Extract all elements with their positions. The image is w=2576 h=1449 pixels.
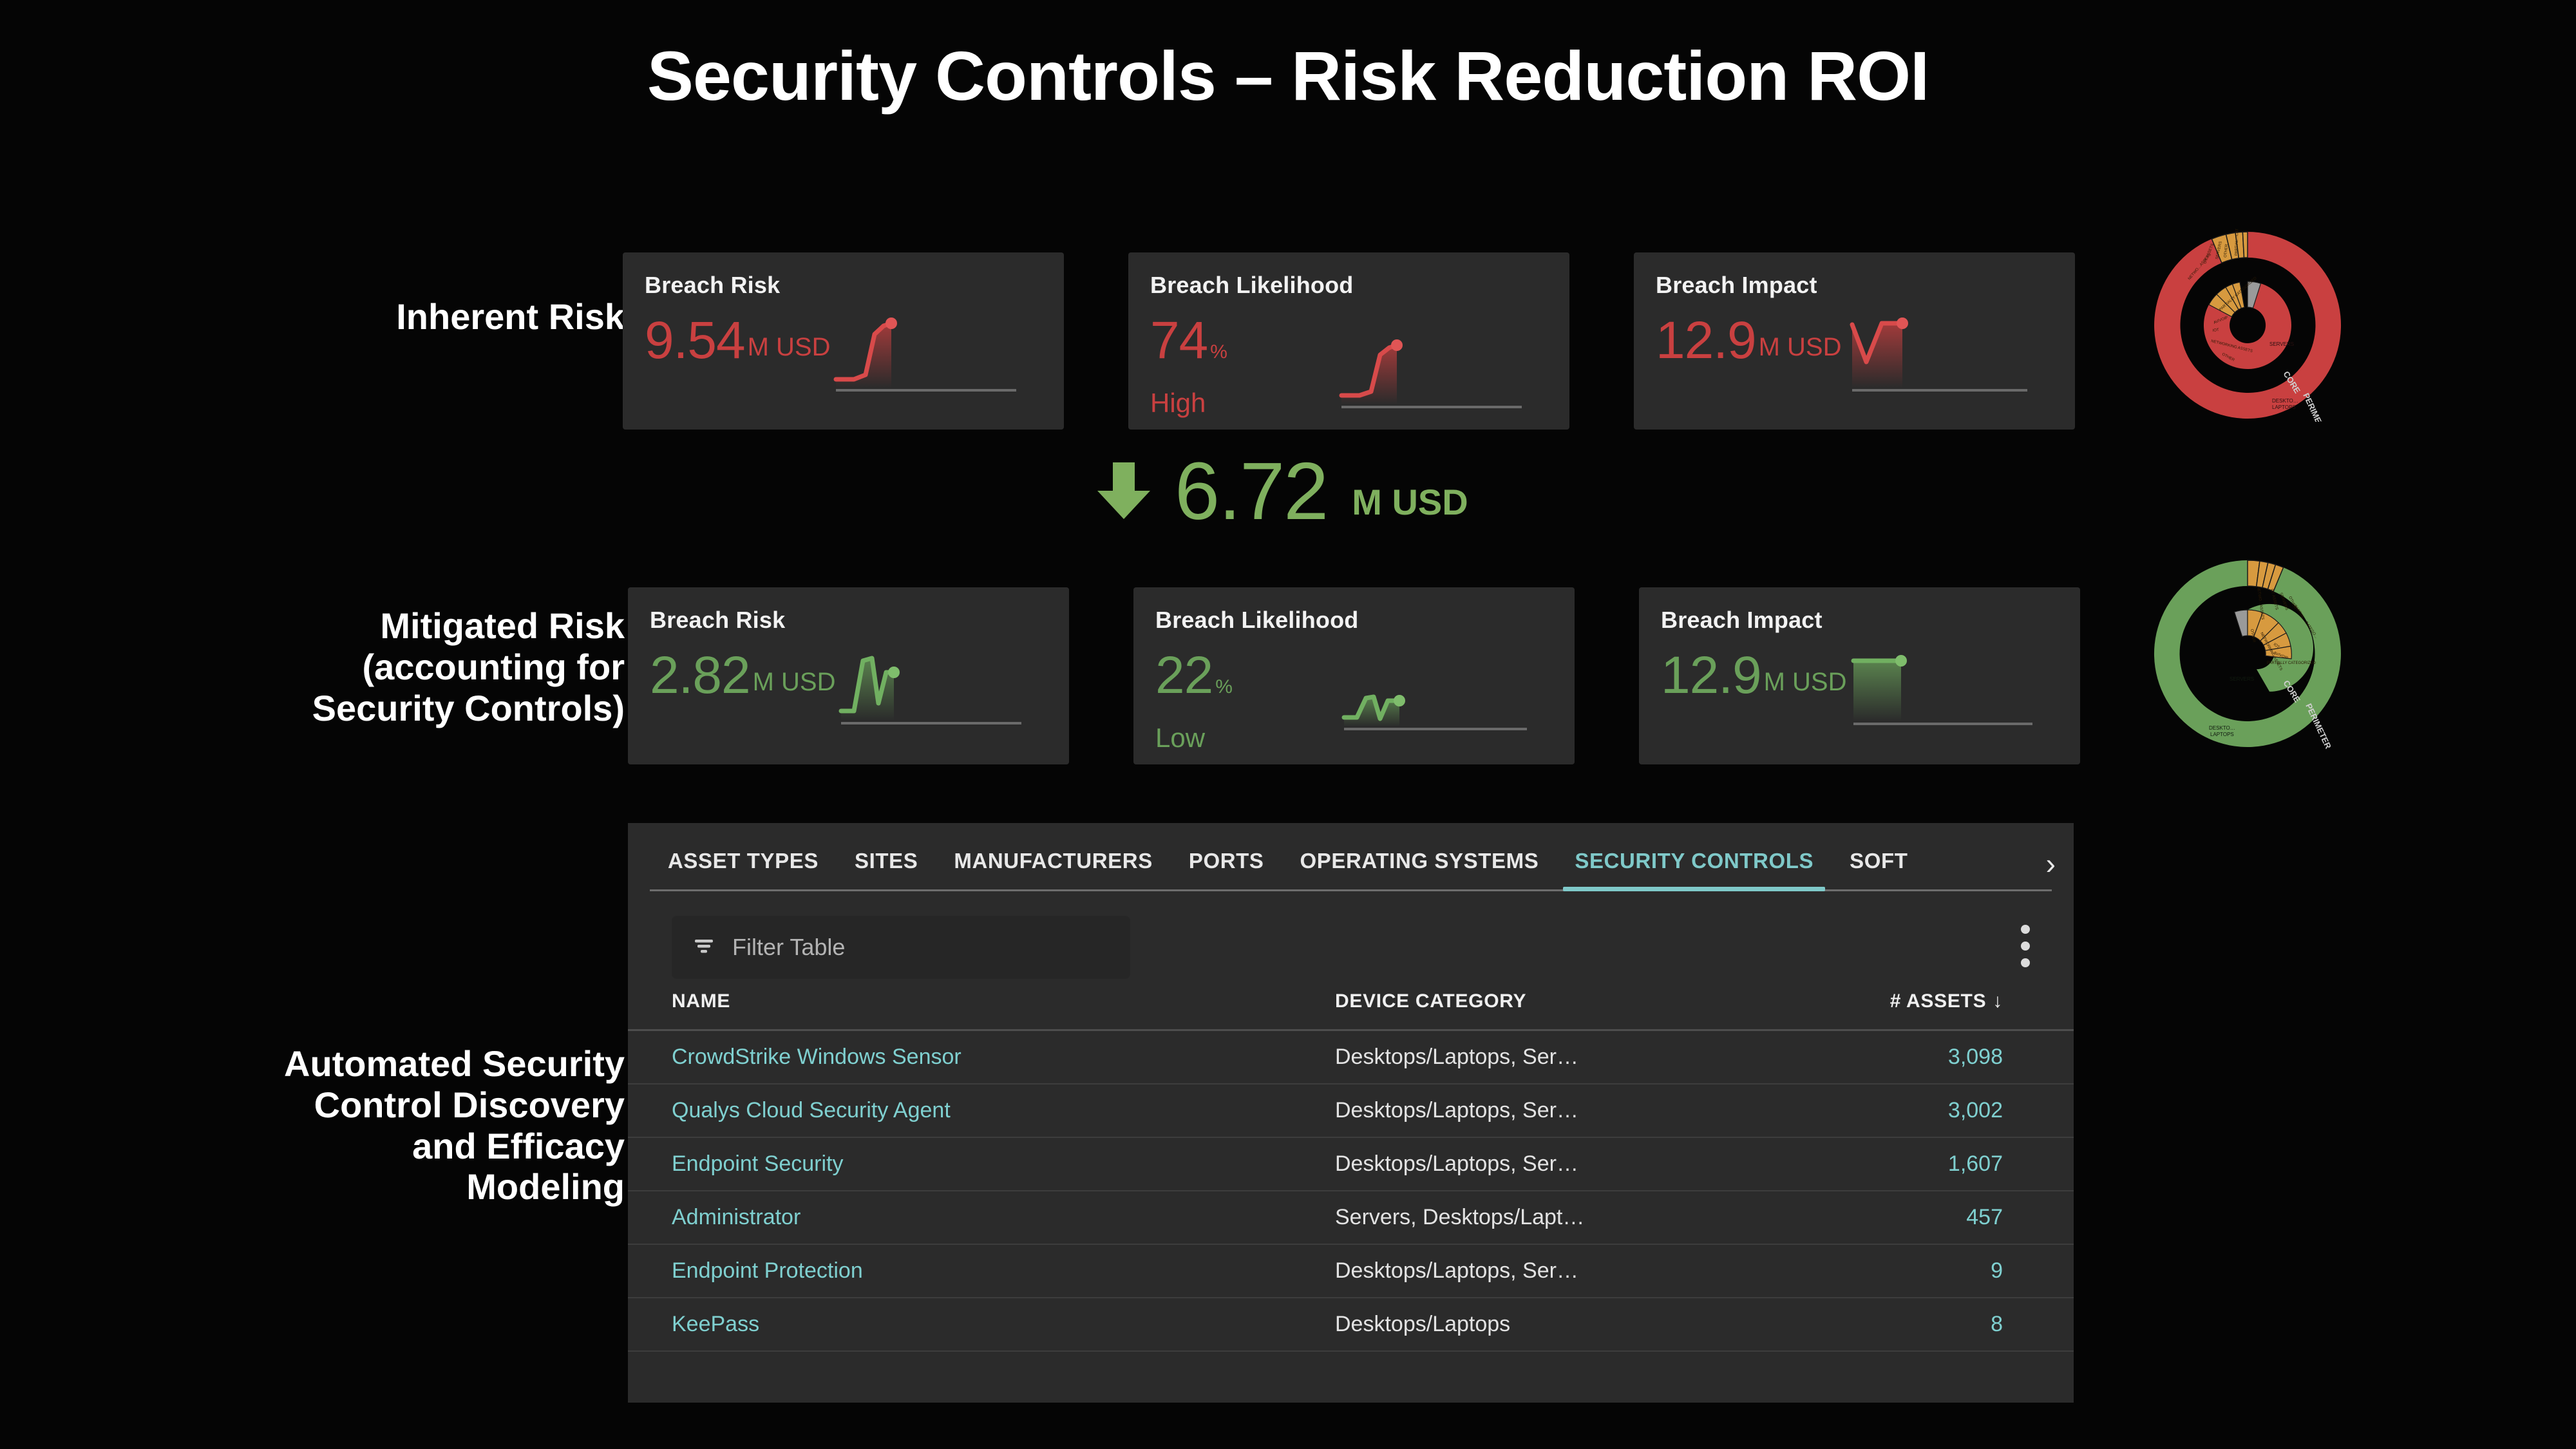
- metric-value: 9.54: [645, 311, 746, 370]
- donut-ring-label-core: CORE: [2281, 679, 2302, 705]
- tab-operating-systems[interactable]: OPERATING SYSTEMS: [1282, 823, 1557, 899]
- donut-slice-label-desktops: DESKTO…: [2209, 725, 2235, 731]
- table-row[interactable]: Qualys Cloud Security Agent Desktops/Lap…: [628, 1084, 2074, 1138]
- cell-name[interactable]: KeePass: [628, 1298, 1335, 1352]
- section-label-mitigated-risk: Mitigated Risk (accounting for Security Co…: [312, 605, 625, 728]
- donut-slice-label-desktops: DESKTO…: [2272, 398, 2298, 404]
- column-header-assets[interactable]: # ASSETS ↓: [1824, 976, 2074, 1031]
- cell-assets[interactable]: 9: [1824, 1244, 2074, 1298]
- security-controls-panel: ASSET TYPES SITES MANUFACTURERS PORTS OP…: [628, 823, 2074, 1403]
- cell-assets[interactable]: 8: [1824, 1298, 2074, 1352]
- donut-slice-label-partially-categorized: PARTIALLY CATEGORIZED: [2267, 661, 2316, 665]
- table-row[interactable]: Administrator Servers, Desktops/Lapt… 45…: [628, 1191, 2074, 1245]
- sparkline-mitigated-breach-impact: [1846, 647, 2039, 734]
- filter-placeholder: Filter Table: [732, 934, 846, 960]
- sparkline-inherent-breach-impact: [1841, 312, 2034, 399]
- table-row[interactable]: Endpoint Protection Desktops/Laptops, Se…: [628, 1244, 2074, 1298]
- column-header-assets-label: # ASSETS: [1889, 990, 1987, 1012]
- table-row[interactable]: Endpoint Security Desktops/Laptops, Ser……: [628, 1137, 2074, 1191]
- delta-value: 6.72: [1175, 446, 1329, 536]
- metric-card-inherent-breach-impact[interactable]: Breach Impact 12.9 M USD: [1634, 252, 2075, 430]
- metric-unit: M USD: [1763, 667, 1847, 696]
- filter-row: Filter Table: [628, 899, 2074, 979]
- page-title: Security Controls – Risk Reduction ROI: [647, 37, 1929, 115]
- cell-assets[interactable]: 3,098: [1824, 1030, 2074, 1084]
- metric-unit: %: [1215, 676, 1233, 697]
- card-title: Breach Risk: [645, 272, 781, 298]
- filter-icon: [691, 933, 717, 962]
- security-controls-table: NAME DEVICE CATEGORY # ASSETS ↓ CrowdStri…: [628, 976, 2074, 1352]
- metric-unit: M USD: [1758, 332, 1842, 361]
- section-label-inherent-risk: Inherent Risk: [396, 296, 625, 337]
- sparkline-inherent-breach-risk: [829, 312, 1023, 399]
- cell-name[interactable]: Qualys Cloud Security Agent: [628, 1084, 1335, 1138]
- cell-category: Servers, Desktops/Lapt…: [1335, 1191, 1824, 1245]
- cell-assets[interactable]: 1,607: [1824, 1137, 2074, 1191]
- chart-mitigated-risk-sunburst[interactable]: CORE PERIMETER SERVERS DESKTO… LAPTOPS N…: [2151, 557, 2344, 751]
- cell-category: Desktops/Laptops, Ser…: [1335, 1244, 1824, 1298]
- donut-ring-label-perimeter: PERIMETER: [2301, 392, 2331, 422]
- chevron-right-icon[interactable]: ›: [2046, 849, 2056, 878]
- cell-name[interactable]: Endpoint Security: [628, 1137, 1335, 1191]
- metric-unit: %: [1210, 341, 1227, 363]
- sparkline-inherent-breach-likelihood: [1335, 332, 1528, 419]
- kebab-menu-icon[interactable]: [2021, 925, 2030, 975]
- cell-category: Desktops/Laptops, Ser…: [1335, 1137, 1824, 1191]
- cell-category: Desktops/Laptops, Ser…: [1335, 1030, 1824, 1084]
- column-header-category[interactable]: DEVICE CATEGORY: [1335, 976, 1824, 1031]
- tab-ports[interactable]: PORTS: [1171, 823, 1282, 899]
- table-body: CrowdStrike Windows Sensor Desktops/Lapt…: [628, 1030, 2074, 1352]
- card-title: Breach Impact: [1661, 607, 1823, 633]
- sparkline-mitigated-breach-likelihood: [1340, 684, 1533, 771]
- donut-slice-label-servers: SERVERS: [2230, 676, 2254, 682]
- donut-slice-label-laptops: LAPTOPS: [2272, 404, 2296, 410]
- card-title: Breach Risk: [650, 607, 786, 633]
- arrow-down-icon: [1088, 455, 1159, 529]
- tab-bar: ASSET TYPES SITES MANUFACTURERS PORTS OP…: [628, 823, 2074, 899]
- metric-card-mitigated-breach-risk[interactable]: Breach Risk 2.82 M USD: [628, 587, 1069, 764]
- cell-name[interactable]: Administrator: [628, 1191, 1335, 1245]
- metric-unit: M USD: [747, 332, 831, 361]
- cell-assets[interactable]: 3,002: [1824, 1084, 2074, 1138]
- cell-category: Desktops/Laptops: [1335, 1298, 1824, 1352]
- metric-value: 74: [1150, 311, 1208, 370]
- sparkline-mitigated-breach-risk: [835, 647, 1028, 734]
- cell-name[interactable]: CrowdStrike Windows Sensor: [628, 1030, 1335, 1084]
- metric-unit: M USD: [752, 667, 836, 696]
- column-header-name[interactable]: NAME: [628, 976, 1335, 1031]
- table-row[interactable]: CrowdStrike Windows Sensor Desktops/Lapt…: [628, 1030, 2074, 1084]
- metric-value: 12.9: [1661, 646, 1762, 705]
- delta-unit: M USD: [1352, 481, 1468, 522]
- chart-inherent-risk-sunburst[interactable]: CORE PERIMETER SERVERS DESKTO… LAPTOPS N…: [2151, 216, 2344, 440]
- risk-reduction-delta: 6.72 M USD: [1088, 451, 1468, 532]
- donut-slice-label-servers: SERVERS: [2269, 341, 2294, 347]
- donut-slice-label-laptops: LAPTOPS: [2210, 732, 2234, 737]
- sort-desc-icon: ↓: [1993, 990, 2003, 1012]
- table-head: NAME DEVICE CATEGORY # ASSETS ↓: [628, 976, 2074, 1031]
- metric-card-mitigated-breach-impact[interactable]: Breach Impact 12.9 M USD: [1639, 587, 2080, 764]
- tab-sites[interactable]: SITES: [837, 823, 936, 899]
- metric-card-mitigated-breach-likelihood[interactable]: Breach Likelihood 22 % Low: [1133, 587, 1575, 764]
- cell-assets[interactable]: 457: [1824, 1191, 2074, 1245]
- slide-root: Security Controls – Risk Reduction ROI I…: [0, 0, 2576, 1449]
- section-label-automated-discovery: Automated Security Control Discovery and E…: [284, 1043, 625, 1208]
- tab-security-controls[interactable]: SECURITY CONTROLS: [1557, 823, 1832, 899]
- tab-software[interactable]: SOFT: [1832, 823, 1926, 899]
- cell-name[interactable]: Endpoint Protection: [628, 1244, 1335, 1298]
- tab-asset-types[interactable]: ASSET TYPES: [650, 823, 837, 899]
- metric-card-inherent-breach-risk[interactable]: Breach Risk 9.54 M USD: [623, 252, 1064, 430]
- metric-card-inherent-breach-likelihood[interactable]: Breach Likelihood 74 % High: [1128, 252, 1569, 430]
- filter-table-input[interactable]: Filter Table: [672, 916, 1130, 979]
- cell-category: Desktops/Laptops, Ser…: [1335, 1084, 1824, 1138]
- tab-manufacturers[interactable]: MANUFACTURERS: [936, 823, 1170, 899]
- metric-value: 12.9: [1656, 311, 1757, 370]
- table-row[interactable]: KeePass Desktops/Laptops 8: [628, 1298, 2074, 1352]
- table-header-row: NAME DEVICE CATEGORY # ASSETS ↓: [628, 976, 2074, 1031]
- card-title: Breach Likelihood: [1155, 607, 1359, 633]
- metric-value: 2.82: [650, 646, 751, 705]
- metric-value: 22: [1155, 646, 1213, 705]
- card-title: Breach Likelihood: [1150, 272, 1354, 298]
- card-title: Breach Impact: [1656, 272, 1817, 298]
